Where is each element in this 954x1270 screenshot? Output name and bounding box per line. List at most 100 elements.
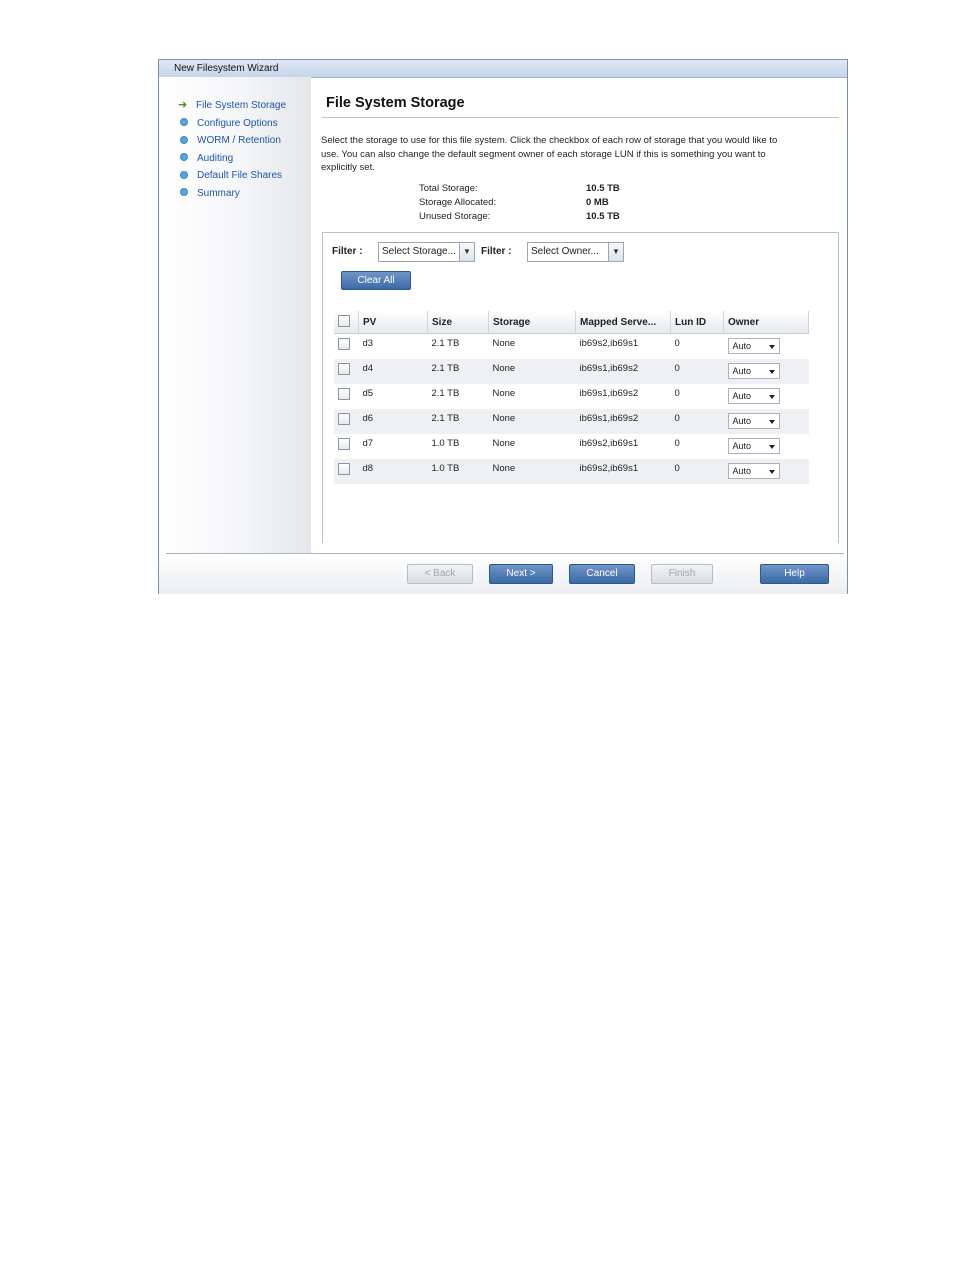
size-cell: 2.1 TB xyxy=(431,338,460,349)
back-button[interactable]: < Back xyxy=(407,564,473,584)
owner-filter-value: Select Owner... xyxy=(531,246,599,257)
owner-select[interactable]: Auto xyxy=(727,362,780,379)
storage-panel: Filter : Select Storage... ▼ Filter : Se… xyxy=(322,232,839,543)
summary-total-storage: Total Storage: 10.5 TB xyxy=(419,182,639,196)
step-configure-options[interactable]: Configure Options xyxy=(178,115,286,133)
storage-cell: None xyxy=(492,387,516,399)
dropdown-arrow-icon xyxy=(768,369,775,374)
chevron-down-icon[interactable]: ▼ xyxy=(459,243,474,261)
step-auditing[interactable]: Auditing xyxy=(178,150,286,168)
table-row[interactable]: d5 2.1 TB None ib69s1,ib69s2 0 Auto xyxy=(334,384,809,409)
storage-cell: None xyxy=(488,458,576,484)
row-checkbox[interactable] xyxy=(338,462,350,475)
row-checkbox[interactable] xyxy=(338,387,350,400)
owner-cell: Auto xyxy=(723,358,809,384)
table-row[interactable]: d8 1.0 TB None ib69s2,ib69s1 0 Auto xyxy=(334,458,809,484)
next-button[interactable]: Next > xyxy=(489,564,553,584)
lun-id-cell: 0 xyxy=(670,358,724,384)
step-bullet-icon xyxy=(180,188,188,197)
step-label: Auditing xyxy=(197,152,234,164)
pv-cell: d8 xyxy=(358,458,428,484)
owner-select[interactable]: Auto xyxy=(727,412,780,429)
lun-id-cell: 0 xyxy=(670,408,724,434)
mapped-servers-cell: ib69s1,ib69s2 xyxy=(575,408,671,434)
step-label: Summary xyxy=(197,187,240,199)
summary-unused-storage: Unused Storage: 10.5 TB xyxy=(419,210,639,224)
table-row[interactable]: d4 2.1 TB None ib69s1,ib69s2 0 Auto xyxy=(334,358,809,384)
column-header-owner[interactable]: Owner xyxy=(723,311,809,334)
owner-select[interactable]: Auto xyxy=(727,437,780,454)
table-row[interactable]: d7 1.0 TB None ib69s2,ib69s1 0 Auto xyxy=(334,434,809,459)
window-title: New Filesystem Wizard xyxy=(159,60,847,78)
chevron-down-icon[interactable]: ▼ xyxy=(608,243,623,261)
storage-cell: None xyxy=(488,408,576,434)
owner-value: Auto xyxy=(732,390,752,401)
finish-button[interactable]: Finish xyxy=(651,564,713,584)
row-checkbox[interactable] xyxy=(338,338,350,350)
lun-id-cell: 0 xyxy=(674,437,680,449)
step-label: WORM / Retention xyxy=(197,135,281,147)
row-select-cell xyxy=(334,434,359,459)
storage-cell: None xyxy=(492,338,516,349)
summary-label: Unused Storage: xyxy=(419,211,491,222)
storage-table: PV Size Storage Mapped Serve... Lun ID O… xyxy=(334,311,809,484)
row-select-cell xyxy=(334,384,359,409)
select-all-header xyxy=(334,311,359,334)
step-file-system-storage[interactable]: ➜ File System Storage xyxy=(178,97,286,115)
wizard-content: File System Storage Select the storage t… xyxy=(312,77,848,553)
column-header-lun-id[interactable]: Lun ID xyxy=(670,311,724,334)
owner-select[interactable]: Auto xyxy=(727,462,780,479)
step-summary[interactable]: Summary xyxy=(178,185,286,203)
help-button[interactable]: Help xyxy=(760,564,829,584)
column-header-storage[interactable]: Storage xyxy=(488,311,576,334)
mapped-servers-cell: ib69s1,ib69s2 xyxy=(575,358,671,384)
storage-filter-select[interactable]: Select Storage... ▼ xyxy=(378,242,475,262)
owner-select[interactable]: Auto xyxy=(727,338,780,354)
row-select-cell xyxy=(334,458,359,484)
step-bullet-icon xyxy=(180,135,188,144)
row-select-cell xyxy=(334,334,359,359)
dropdown-arrow-icon xyxy=(768,345,775,349)
summary-value: 10.5 TB xyxy=(586,183,620,194)
step-default-file-shares[interactable]: Default File Shares xyxy=(178,167,286,185)
summary-value: 10.5 TB xyxy=(586,211,620,222)
owner-cell: Auto xyxy=(724,434,809,459)
owner-select[interactable]: Auto xyxy=(727,387,780,404)
column-header-pv[interactable]: PV xyxy=(358,311,428,334)
table-header-row: PV Size Storage Mapped Serve... Lun ID O… xyxy=(334,311,809,334)
storage-filter-label: Filter : xyxy=(332,246,363,257)
mapped-servers-cell: ib69s2,ib69s1 xyxy=(579,437,639,449)
lun-id-cell: 0 xyxy=(670,458,724,484)
column-header-mapped-servers[interactable]: Mapped Serve... xyxy=(575,311,671,334)
step-label: Configure Options xyxy=(197,117,278,129)
cancel-button[interactable]: Cancel xyxy=(569,564,635,584)
select-all-checkbox[interactable] xyxy=(338,314,350,327)
summary-label: Total Storage: xyxy=(419,183,478,194)
owner-cell: Auto xyxy=(724,384,809,409)
page-description: Select the storage to use for this file … xyxy=(321,135,778,174)
size-cell: 2.1 TB xyxy=(427,358,489,384)
row-checkbox[interactable] xyxy=(338,362,350,375)
storage-summary: Total Storage: 10.5 TB Storage Allocated… xyxy=(419,182,639,224)
row-select-cell xyxy=(334,358,359,384)
pv-cell: d7 xyxy=(362,437,374,449)
owner-value: Auto xyxy=(732,415,752,426)
table-row[interactable]: d3 2.1 TB None ib69s2,ib69s1 0 Auto xyxy=(334,334,809,359)
pv-cell: d3 xyxy=(362,338,374,349)
lun-id-cell: 0 xyxy=(674,387,680,399)
owner-cell: Auto xyxy=(723,458,809,484)
step-worm-retention[interactable]: WORM / Retention xyxy=(178,132,286,150)
row-select-cell xyxy=(334,408,359,434)
column-header-size[interactable]: Size xyxy=(427,311,489,334)
mapped-servers-cell: ib69s2,ib69s1 xyxy=(575,458,671,484)
row-checkbox[interactable] xyxy=(338,412,350,425)
owner-filter-select[interactable]: Select Owner... ▼ xyxy=(527,242,624,262)
page-title: File System Storage xyxy=(326,95,465,111)
mapped-servers-cell: ib69s1,ib69s2 xyxy=(579,387,639,399)
dropdown-arrow-icon xyxy=(768,469,775,474)
row-checkbox[interactable] xyxy=(338,437,350,450)
table-row[interactable]: d6 2.1 TB None ib69s1,ib69s2 0 Auto xyxy=(334,408,809,434)
pv-cell: d4 xyxy=(358,358,428,384)
clear-all-button[interactable]: Clear All xyxy=(341,271,411,290)
wizard-footer: < Back Next > Cancel Finish Help xyxy=(159,554,847,594)
